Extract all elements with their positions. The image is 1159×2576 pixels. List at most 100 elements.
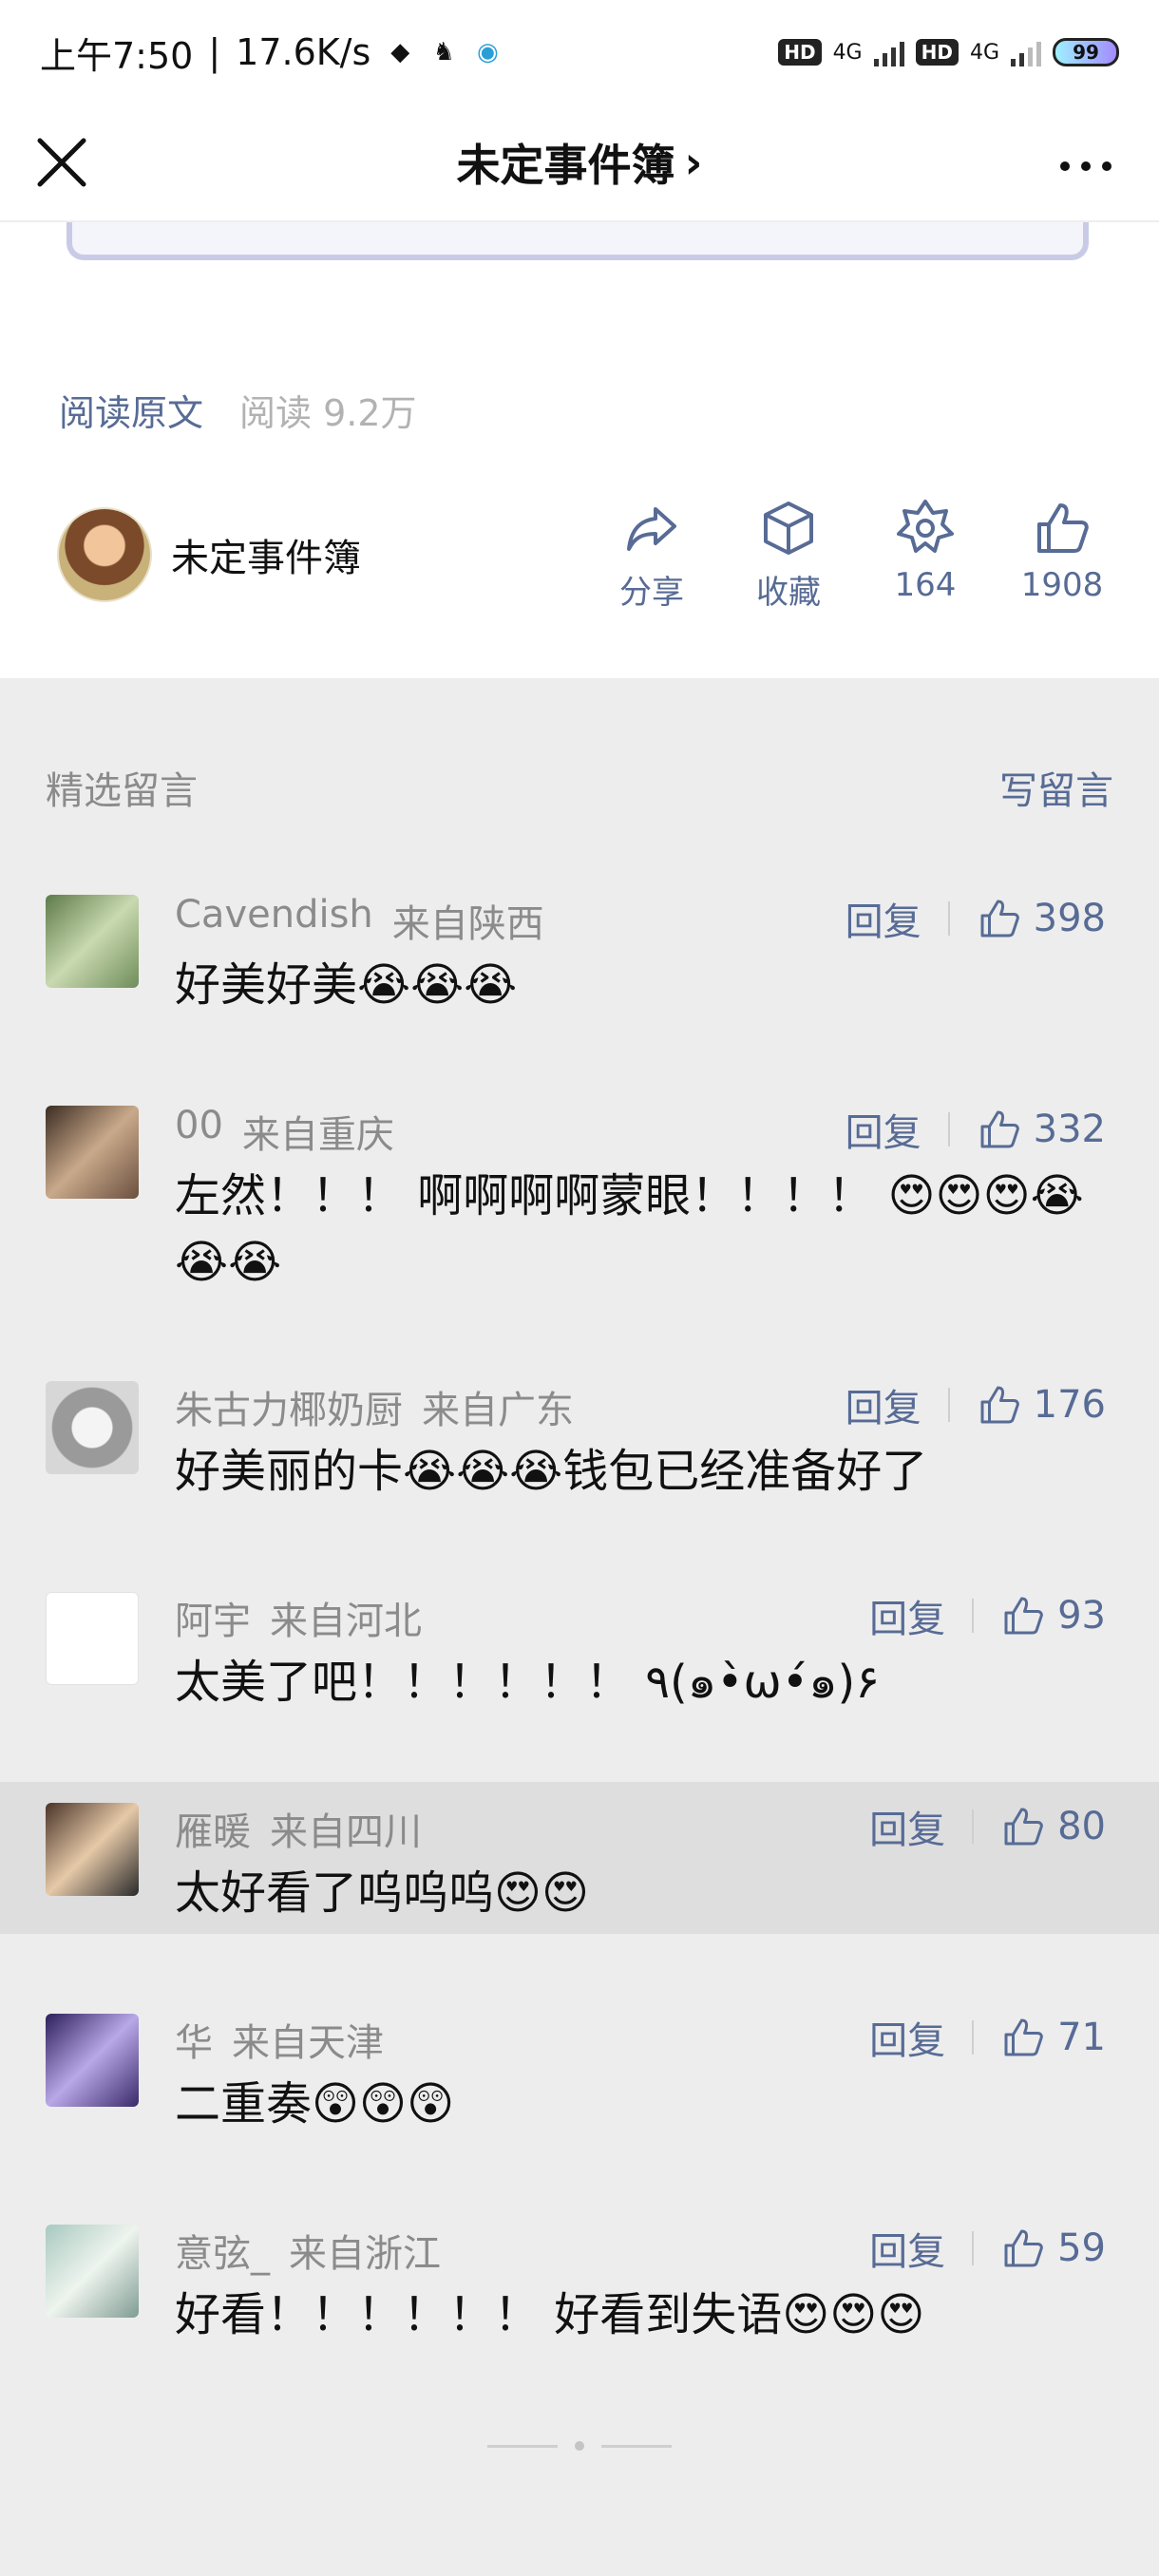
- divider: [487, 2444, 558, 2448]
- comment-author[interactable]: 阿宇: [175, 1590, 251, 1645]
- reply-button[interactable]: 回复: [846, 1102, 922, 1157]
- hd-badge-2: HD: [915, 39, 959, 66]
- author-avatar[interactable]: [57, 507, 152, 602]
- comment-author[interactable]: Cavendish: [175, 893, 373, 948]
- comment-like-count: 80: [1057, 1805, 1106, 1848]
- reply-button[interactable]: 回复: [869, 2010, 945, 2065]
- comment-author[interactable]: 朱古力椰奶厨: [175, 1379, 403, 1434]
- wow-button[interactable]: 164: [885, 498, 965, 613]
- read-original-link[interactable]: 阅读原文: [59, 384, 203, 436]
- thumb-up-icon[interactable]: [977, 1107, 1022, 1152]
- comment-text: 太美了吧！！！！！！ ٩(๑•̀ω•́๑)۶: [175, 1656, 881, 1709]
- status-speed: 17.6K/s: [236, 31, 371, 73]
- read-count: 阅读 9.2万: [239, 392, 417, 434]
- comment-actions: 回复 71: [869, 2010, 1106, 2065]
- close-button[interactable]: [28, 129, 95, 196]
- nav-title-text: 未定事件簿: [456, 140, 675, 191]
- battery-icon: 99: [1053, 38, 1119, 66]
- article-footer: 阅读原文 阅读 9.2万 未定事件簿 分享 收藏 164 1908: [0, 222, 1159, 678]
- more-button[interactable]: [1060, 161, 1112, 171]
- reply-button[interactable]: 回复: [869, 2221, 945, 2276]
- comment-like-count: 71: [1057, 2016, 1106, 2059]
- thumb-up-icon[interactable]: [1000, 1593, 1046, 1638]
- reply-button[interactable]: 回复: [869, 1588, 945, 1643]
- share-label: 分享: [619, 574, 684, 612]
- more-dot-icon: [1060, 161, 1070, 171]
- status-separator: |: [208, 31, 221, 73]
- app-notification-icon: ◆: [390, 38, 410, 66]
- comment-meta: 朱古力椰奶厨 来自广东: [175, 1379, 574, 1434]
- comment-location: 来自浙江: [289, 2232, 441, 2276]
- comment-actions: 回复 176: [846, 1377, 1106, 1432]
- article-actions: 分享 收藏 164 1908: [612, 498, 1103, 613]
- comment-text: 太好看了呜呜呜😍😍: [175, 1866, 590, 1920]
- comment-text: 好美丽的卡😭😭😭钱包已经准备好了: [175, 1445, 928, 1498]
- comment-author[interactable]: 雁暖: [175, 1801, 251, 1856]
- thumb-up-icon[interactable]: [1000, 2226, 1046, 2271]
- comment-author[interactable]: 意弦_: [175, 2223, 270, 2278]
- hd-badge: HD: [778, 39, 822, 66]
- signal-icon: [873, 38, 904, 66]
- comment-avatar[interactable]: [46, 2014, 139, 2107]
- status-time: 上午7:50: [40, 34, 194, 77]
- comment-avatar[interactable]: [46, 1106, 139, 1199]
- comment-like-count: 332: [1033, 1108, 1106, 1151]
- comment-meta: 雁暖 来自四川: [175, 1801, 422, 1856]
- thumb-up-icon[interactable]: [1000, 1804, 1046, 1849]
- favorite-label: 收藏: [756, 574, 821, 612]
- comment-text: 左然！！！ 啊啊啊啊蒙眼！！！！ 😍😍😍😭😭😭: [175, 1169, 1084, 1289]
- comment-location: 来自四川: [270, 1810, 422, 1854]
- thumb-up-icon[interactable]: [977, 1382, 1022, 1428]
- end-dot: [575, 2441, 584, 2451]
- divider: [972, 1599, 975, 1633]
- author-name[interactable]: 未定事件簿: [171, 527, 361, 582]
- comment-text: 好看！！！！！！ 好看到失语😍😍😍: [175, 2288, 925, 2341]
- comment-location: 来自河北: [270, 1600, 422, 1643]
- comment-item: 意弦_ 来自浙江 回复 59 好看！！！！！！ 好看到失语😍😍😍: [0, 2204, 1159, 2394]
- comment-actions: 回复 398: [846, 891, 1106, 946]
- status-right: HD 4G HD 4G 99: [778, 38, 1119, 66]
- end-of-list-indicator: [0, 2441, 1159, 2451]
- comment-author[interactable]: 华: [175, 2012, 213, 2067]
- more-dot-icon: [1102, 161, 1112, 171]
- comment-actions: 回复 93: [869, 1588, 1106, 1643]
- comment-item-highlighted: 雁暖 来自四川 回复 80 太好看了呜呜呜😍😍: [0, 1782, 1159, 1934]
- comment-location: 来自陕西: [391, 902, 544, 946]
- comment-actions: 回复 80: [869, 1799, 1106, 1854]
- share-button[interactable]: 分享: [612, 498, 692, 613]
- thumb-up-icon[interactable]: [977, 896, 1022, 941]
- comment-avatar[interactable]: [46, 1381, 139, 1474]
- close-icon: [37, 138, 86, 187]
- comment-meta: 华 来自天津: [175, 2012, 384, 2067]
- divider: [947, 1112, 950, 1146]
- comment-author[interactable]: 00: [175, 1104, 223, 1159]
- reply-button[interactable]: 回复: [846, 891, 922, 946]
- thumb-up-icon[interactable]: [1000, 2015, 1046, 2060]
- divider: [972, 2231, 975, 2265]
- divider: [972, 2020, 975, 2055]
- more-dot-icon: [1081, 161, 1091, 171]
- reply-button[interactable]: 回复: [846, 1377, 922, 1432]
- comment-item: 00 来自重庆 回复 332 左然！！！ 啊啊啊啊蒙眼！！！！ 😍😍😍😭😭😭: [0, 1085, 1159, 1332]
- comments-header: 精选留言 写留言: [0, 760, 1159, 815]
- reply-button[interactable]: 回复: [869, 1799, 945, 1854]
- comment-avatar[interactable]: [46, 1803, 139, 1896]
- chevron-right-icon: ›: [684, 137, 703, 188]
- divider: [947, 901, 950, 936]
- cat-notification-icon: ♞: [432, 38, 455, 66]
- write-comment-button[interactable]: 写留言: [999, 760, 1113, 815]
- comment-avatar[interactable]: [46, 895, 139, 988]
- comment-item: 华 来自天津 回复 71 二重奏😲😲😲: [0, 1993, 1159, 2183]
- author-row[interactable]: 未定事件簿: [57, 507, 361, 602]
- favorite-button[interactable]: 收藏: [749, 498, 828, 613]
- like-button[interactable]: 1908: [1021, 498, 1103, 613]
- comment-item: Cavendish 来自陕西 回复 398 好美好美😭😭😭: [0, 874, 1159, 1064]
- comment-avatar[interactable]: [46, 1592, 139, 1685]
- share-icon: [627, 507, 676, 551]
- thumb-up-icon: [1037, 503, 1089, 553]
- nav-title[interactable]: 未定事件簿 ›: [457, 131, 703, 194]
- comment-avatar[interactable]: [46, 2225, 139, 2318]
- comment-like-count: 398: [1033, 897, 1106, 940]
- comment-like-count: 93: [1057, 1594, 1106, 1638]
- comment-location: 来自广东: [422, 1389, 574, 1432]
